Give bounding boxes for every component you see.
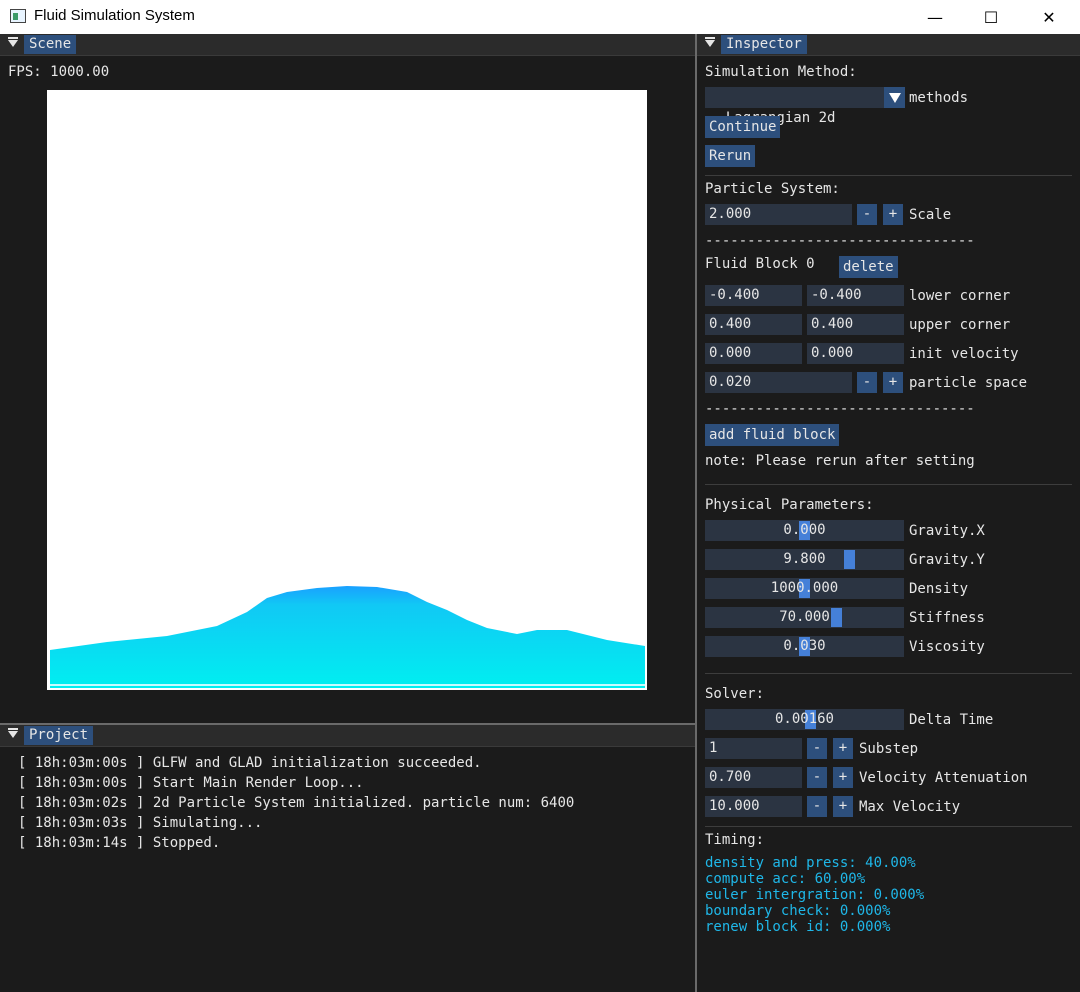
delete-button[interactable]: delete bbox=[839, 256, 898, 278]
velocity-attenuation-label: Velocity Attenuation bbox=[859, 770, 1028, 786]
app-icon bbox=[10, 9, 26, 23]
fluid-floor-line bbox=[50, 684, 645, 686]
particle-system-heading: Particle System: bbox=[705, 181, 840, 197]
inspector-header: Inspector bbox=[697, 34, 1080, 56]
rerun-button[interactable]: Rerun bbox=[705, 145, 756, 167]
divider bbox=[705, 673, 1072, 674]
init-velocity-y-input[interactable]: 0.000 bbox=[807, 343, 904, 364]
timing-line: euler intergration: 0.000% bbox=[705, 887, 925, 903]
scene-header: Scene bbox=[0, 34, 695, 56]
tab-inspector[interactable]: Inspector bbox=[721, 35, 807, 54]
window-title: Fluid Simulation System bbox=[34, 7, 195, 24]
collapse-triangle-icon[interactable] bbox=[8, 37, 18, 47]
slider-value: 0.00160 bbox=[774, 711, 834, 727]
timing-line: density and press: 40.00% bbox=[705, 855, 916, 871]
particle-space-increment-button[interactable]: + bbox=[883, 372, 903, 393]
fps-readout: FPS: 1000.00 bbox=[8, 64, 110, 80]
stiffness-label: Stiffness bbox=[909, 610, 985, 626]
timing-heading: Timing: bbox=[705, 832, 765, 848]
tab-scene[interactable]: Scene bbox=[24, 35, 77, 54]
scale-input[interactable]: 2.000 bbox=[705, 204, 852, 225]
physical-parameters-heading: Physical Parameters: bbox=[705, 497, 874, 513]
stiffness-slider[interactable]: 70.000 bbox=[705, 607, 904, 628]
density-slider[interactable]: 1000.000 bbox=[705, 578, 904, 599]
collapse-triangle-icon[interactable] bbox=[8, 728, 18, 738]
density-label: Density bbox=[909, 581, 969, 597]
sim-method-heading: Simulation Method: bbox=[705, 64, 857, 80]
max-velocity-increment-button[interactable]: + bbox=[833, 796, 853, 817]
fluid-block-heading: Fluid Block 0 bbox=[705, 256, 815, 272]
project-header: Project bbox=[0, 725, 695, 747]
substep-decrement-button[interactable]: - bbox=[807, 738, 827, 759]
max-velocity-label: Max Velocity bbox=[859, 799, 961, 815]
log-line: [ 18h:03m:02s ] 2d Particle System initi… bbox=[18, 795, 575, 811]
divider bbox=[705, 175, 1072, 176]
title-bar: Fluid Simulation System — ☐ ✕ bbox=[0, 0, 1080, 34]
upper-corner-x-input[interactable]: 0.400 bbox=[705, 314, 802, 335]
init-velocity-label: init velocity bbox=[909, 346, 1019, 362]
close-button[interactable]: ✕ bbox=[1026, 0, 1072, 34]
velocity-attenuation-decrement-button[interactable]: - bbox=[807, 767, 827, 788]
lower-corner-x-input[interactable]: -0.400 bbox=[705, 285, 802, 306]
tab-project[interactable]: Project bbox=[24, 726, 94, 745]
particle-space-decrement-button[interactable]: - bbox=[857, 372, 877, 393]
gravity-y-slider[interactable]: 9.800 bbox=[705, 549, 904, 570]
log-line: [ 18h:03m:03s ] Simulating... bbox=[18, 815, 263, 831]
continue-button[interactable]: Continue bbox=[705, 116, 781, 138]
slider-value: 70.000 bbox=[779, 609, 830, 625]
gravity-x-label: Gravity.X bbox=[909, 523, 985, 539]
velocity-attenuation-input[interactable]: 0.700 bbox=[705, 767, 802, 788]
methods-label: methods bbox=[909, 90, 969, 106]
init-velocity-x-input[interactable]: 0.000 bbox=[705, 343, 802, 364]
divider bbox=[705, 484, 1072, 485]
add-fluid-block-button[interactable]: add fluid block bbox=[705, 424, 840, 446]
gravity-y-label: Gravity.Y bbox=[909, 552, 985, 568]
minimize-button[interactable]: — bbox=[912, 0, 958, 34]
rerun-note: note: Please rerun after setting bbox=[705, 453, 975, 469]
delta-time-slider[interactable]: 0.00160 bbox=[705, 709, 904, 730]
vertical-splitter[interactable] bbox=[695, 34, 697, 992]
slider-value: 9.800 bbox=[783, 551, 826, 567]
divider bbox=[705, 826, 1072, 827]
scale-decrement-button[interactable]: - bbox=[857, 204, 877, 225]
slider-value: 1000.000 bbox=[770, 580, 839, 596]
substep-label: Substep bbox=[859, 741, 919, 757]
substep-increment-button[interactable]: + bbox=[833, 738, 853, 759]
method-select[interactable]: Lagrangian 2d bbox=[705, 87, 905, 126]
viscosity-label: Viscosity bbox=[909, 639, 985, 655]
upper-corner-y-input[interactable]: 0.400 bbox=[807, 314, 904, 335]
lower-corner-label: lower corner bbox=[909, 288, 1011, 304]
timing-line: boundary check: 0.000% bbox=[705, 903, 891, 919]
timing-line: renew block id: 0.000% bbox=[705, 919, 891, 935]
substep-input[interactable]: 1 bbox=[705, 738, 802, 759]
scale-increment-button[interactable]: + bbox=[883, 204, 903, 225]
log-line: [ 18h:03m:00s ] Start Main Render Loop..… bbox=[18, 775, 364, 791]
text-divider: -------------------------------- bbox=[705, 233, 975, 249]
delta-time-label: Delta Time bbox=[909, 712, 994, 728]
lower-corner-y-input[interactable]: -0.400 bbox=[807, 285, 904, 306]
timing-line: compute acc: 60.00% bbox=[705, 871, 866, 887]
slider-value: 0.000 bbox=[783, 522, 826, 538]
maximize-button[interactable]: ☐ bbox=[968, 0, 1014, 34]
upper-corner-label: upper corner bbox=[909, 317, 1011, 333]
slider-value: 0.030 bbox=[783, 638, 826, 654]
particle-space-input[interactable]: 0.020 bbox=[705, 372, 852, 393]
solver-heading: Solver: bbox=[705, 686, 765, 702]
log-line: [ 18h:03m:14s ] Stopped. bbox=[18, 835, 221, 851]
scale-label: Scale bbox=[909, 207, 952, 223]
velocity-attenuation-increment-button[interactable]: + bbox=[833, 767, 853, 788]
particle-space-label: particle space bbox=[909, 375, 1028, 391]
chevron-down-icon[interactable] bbox=[884, 87, 905, 108]
max-velocity-decrement-button[interactable]: - bbox=[807, 796, 827, 817]
simulation-viewport[interactable] bbox=[47, 90, 647, 690]
gravity-x-slider[interactable]: 0.000 bbox=[705, 520, 904, 541]
max-velocity-input[interactable]: 10.000 bbox=[705, 796, 802, 817]
log-line: [ 18h:03m:00s ] GLFW and GLAD initializa… bbox=[18, 755, 482, 771]
viscosity-slider[interactable]: 0.030 bbox=[705, 636, 904, 657]
text-divider: -------------------------------- bbox=[705, 401, 975, 417]
collapse-triangle-icon[interactable] bbox=[705, 37, 715, 47]
